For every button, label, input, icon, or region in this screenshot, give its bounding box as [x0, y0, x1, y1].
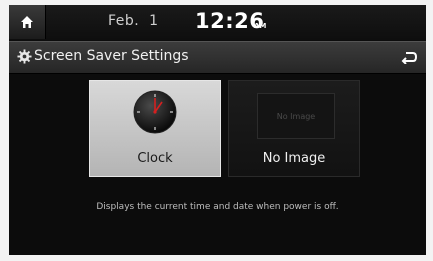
- description-text: Displays the current time and date when …: [96, 202, 339, 212]
- gear-icon: [17, 49, 32, 68]
- back-button[interactable]: [392, 42, 426, 73]
- home-icon: [21, 16, 33, 28]
- no-image-option-label: No Image: [262, 151, 326, 166]
- home-button[interactable]: [9, 5, 46, 39]
- no-image-option[interactable]: No Image No Image: [228, 80, 360, 177]
- clock-option[interactable]: Clock: [89, 80, 221, 177]
- back-arrow-icon: [401, 52, 417, 64]
- clock-option-label: Clock: [137, 151, 173, 166]
- title-bar: Screen Saver Settings: [9, 41, 426, 74]
- page-title: Screen Saver Settings: [34, 48, 189, 64]
- status-ampm: AM: [254, 22, 267, 30]
- no-image-thumbnail-text: No Image: [276, 111, 316, 121]
- status-date: Feb. 1: [108, 13, 159, 29]
- no-image-thumbnail: No Image: [257, 93, 335, 139]
- status-bar: Feb. 1 12:26 AM: [9, 5, 426, 40]
- head-unit-screen: Feb. 1 12:26 AM Screen Saver Settings Cl…: [9, 5, 426, 255]
- analog-clock-icon: [133, 90, 177, 138]
